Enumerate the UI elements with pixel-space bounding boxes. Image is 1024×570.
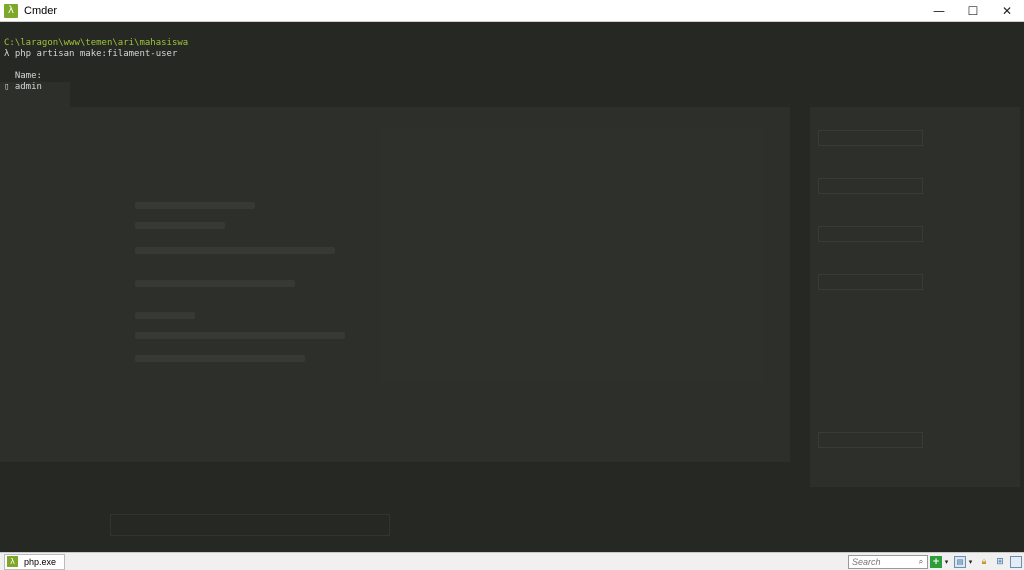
window-controls: — ☐ ✕ (922, 0, 1024, 22)
background-ghost-nav (0, 82, 70, 462)
background-ghost-line (135, 332, 345, 339)
terminal-output[interactable]: C:\laragon\www\temen\ari\mahasiswa λ php… (4, 38, 188, 93)
prompt-symbol: λ (4, 49, 10, 59)
name-input-value[interactable]: admin (15, 82, 42, 92)
background-ghost-line (135, 355, 305, 362)
background-ghost-sidebar (810, 107, 1020, 487)
current-path: C:\laragon\www\temen\ari\mahasiswa (4, 38, 189, 48)
chevron-down-icon[interactable]: ▾ (943, 556, 950, 568)
status-tools: ⌕ + ▾ ▤ ▾ 🔒︎ ⊞ (848, 554, 1022, 570)
console-tab-label: php.exe (24, 556, 57, 567)
background-ghost-box (818, 274, 923, 290)
cmder-lambda-icon: λ (7, 556, 18, 567)
background-ghost-line (135, 280, 295, 287)
close-button[interactable]: ✕ (990, 0, 1024, 22)
cmder-lambda-icon[interactable]: λ (4, 3, 18, 18)
console-tab[interactable]: λ php.exe (4, 553, 66, 570)
plus-icon[interactable]: + (930, 556, 942, 568)
lock-icon[interactable]: 🔒︎ (978, 556, 990, 568)
console-area[interactable]: C:\laragon\www\temen\ari\mahasiswa λ php… (0, 22, 1024, 552)
background-ghost-line (135, 312, 195, 319)
chevron-down-icon[interactable]: ▾ (967, 556, 974, 568)
windows-icon[interactable]: ⊞ (994, 556, 1006, 568)
status-bar: λ php.exe ⌕ + ▾ ▤ ▾ 🔒︎ ⊞ (0, 552, 1024, 570)
background-ghost-box (818, 130, 923, 146)
maximize-button[interactable]: ☐ (956, 0, 990, 22)
name-prompt-label: Name: (14, 71, 42, 81)
minimize-button[interactable]: — (922, 0, 956, 22)
background-ghost-box (110, 514, 390, 536)
input-marker: ▯ (4, 82, 10, 92)
console-icon[interactable]: ▤ (954, 556, 966, 568)
command-text: php artisan make:filament-user (14, 49, 178, 59)
window-title: Cmder (24, 4, 58, 17)
title-bar[interactable]: λ Cmder — ☐ ✕ (0, 0, 1024, 22)
background-ghost-box (818, 226, 923, 242)
background-ghost-box (818, 178, 923, 194)
background-ghost-line (135, 247, 335, 254)
search-icon[interactable]: ⌕ (916, 555, 926, 569)
split-view-icon[interactable] (1010, 556, 1022, 568)
background-ghost-line (135, 222, 225, 229)
background-ghost-box (818, 432, 923, 448)
background-ghost-line (135, 202, 255, 209)
